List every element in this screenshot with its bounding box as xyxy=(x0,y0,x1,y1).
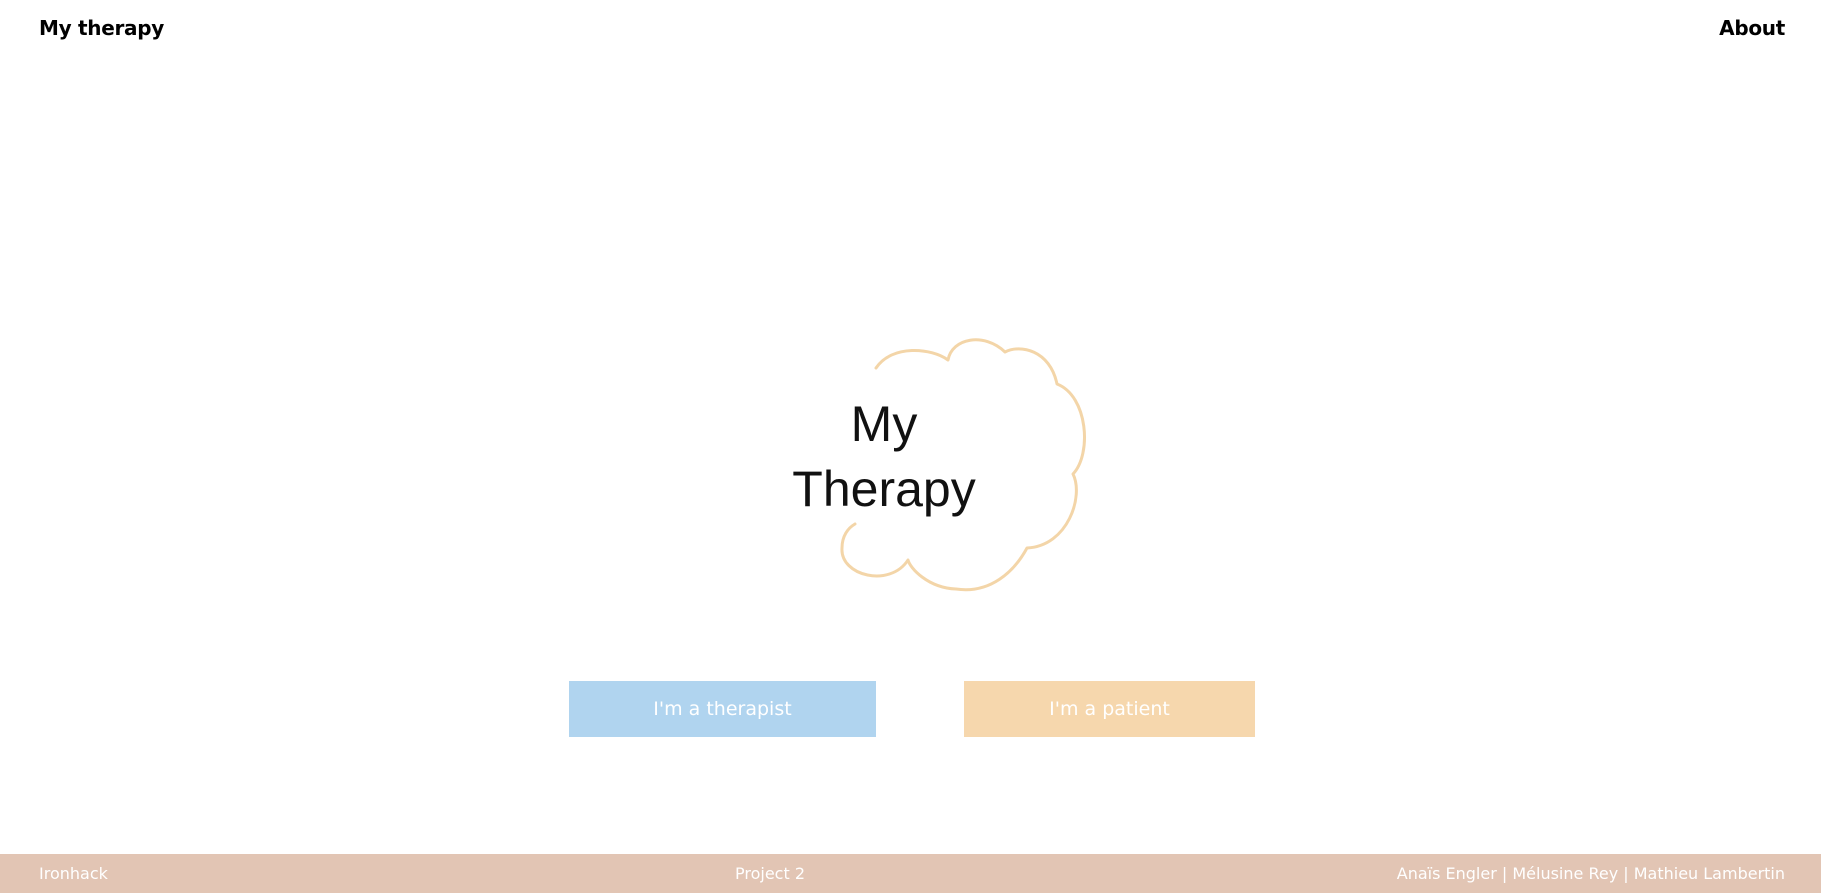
footer-ironhack: Ironhack xyxy=(39,864,108,883)
footer-project: Project 2 xyxy=(735,864,806,883)
brand-link[interactable]: My therapy xyxy=(39,16,164,40)
my-therapy-logo: My Therapy xyxy=(780,336,1100,596)
logo-text-line1: My xyxy=(850,396,918,452)
patient-button[interactable]: I'm a patient xyxy=(964,681,1255,737)
footer-authors: Anaïs Engler | Mélusine Rey | Mathieu La… xyxy=(1396,864,1785,883)
top-navbar: My therapy About xyxy=(0,0,1821,60)
footer: Ironhack Project 2 Anaïs Engler | Mélusi… xyxy=(0,854,1821,893)
about-link[interactable]: About xyxy=(1719,16,1785,40)
logo-text-line2: Therapy xyxy=(792,461,976,517)
page: My therapy About My Therapy I'm a therap… xyxy=(0,0,1821,893)
therapist-button[interactable]: I'm a therapist xyxy=(569,681,876,737)
